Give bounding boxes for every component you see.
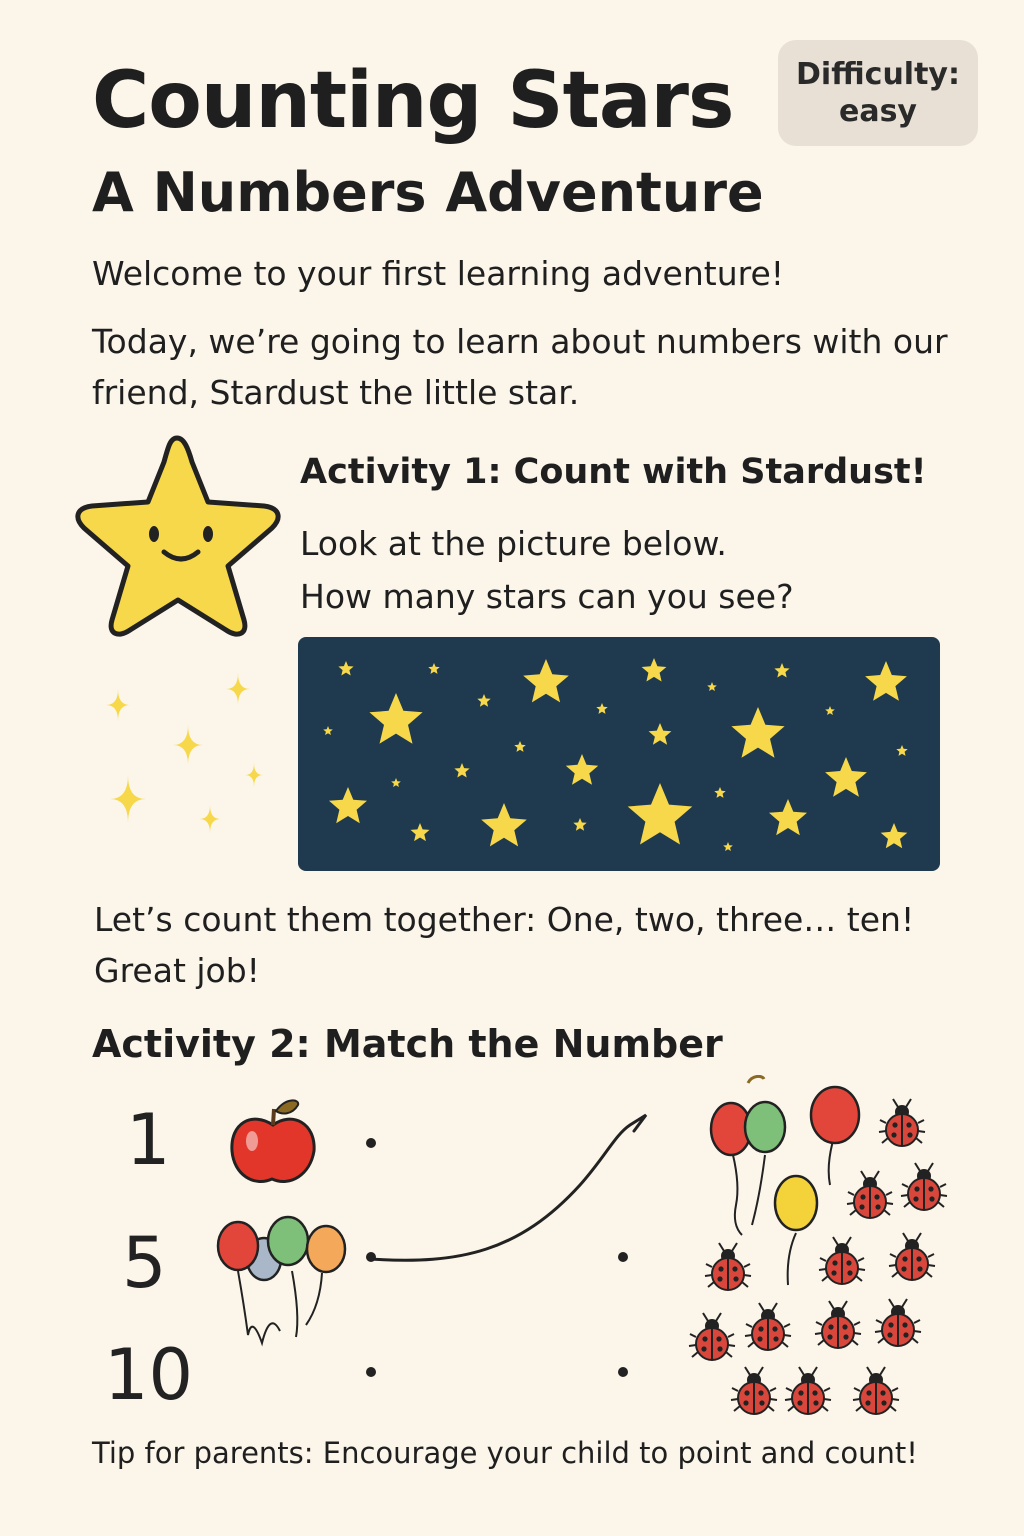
apple-icon: [230, 1099, 316, 1183]
sky-star: [428, 663, 440, 674]
sky-star: [731, 707, 785, 758]
sky-star: [523, 659, 569, 703]
sky-star: [896, 745, 908, 756]
sky-star: [596, 703, 608, 714]
intro-text: Today, we’re going to learn about number…: [92, 322, 948, 413]
activity-1-line-2: How many stars can you see?: [300, 576, 794, 616]
ladybug: [852, 1366, 900, 1415]
ladybug: [744, 1302, 792, 1351]
sky-star: [391, 778, 401, 787]
sky-star: [774, 663, 790, 678]
match-line: [369, 1113, 648, 1262]
stardust-star-icon: [75, 435, 281, 637]
sky-star: [825, 706, 835, 715]
number-5: 5: [122, 1222, 167, 1304]
ladybug: [818, 1236, 866, 1285]
sky-star: [481, 803, 527, 847]
sky-star: [825, 757, 867, 797]
sky-star: [573, 818, 587, 831]
sparkle: [199, 805, 221, 833]
sparkle: [106, 689, 130, 721]
sky-star: [723, 842, 733, 851]
sky-star: [323, 726, 333, 735]
sky-star: [648, 723, 672, 745]
difficulty-badge: Difficulty: easy: [778, 40, 978, 146]
difficulty-label: Difficulty:: [796, 56, 960, 92]
sky-star: [865, 661, 907, 701]
ladybug: [688, 1312, 736, 1361]
sky-star: [329, 787, 367, 824]
sparkle: [173, 725, 203, 765]
sky-star: [707, 682, 717, 691]
night-sky-picture: [298, 637, 940, 871]
sparkles-icon: [106, 673, 263, 833]
ladybug: [888, 1232, 936, 1281]
ladybug: [878, 1098, 926, 1147]
page-subtitle: A Numbers Adventure: [92, 161, 764, 224]
count-together-text: Let’s count them together: One, two, thr…: [94, 900, 915, 991]
activity-2-title: Activity 2: Match the Number: [92, 1022, 723, 1066]
difficulty-value: easy: [838, 94, 917, 129]
ladybug: [846, 1170, 894, 1219]
ladybug: [730, 1366, 778, 1415]
ladybug: [874, 1298, 922, 1347]
sky-star: [641, 658, 667, 682]
ladybug: [784, 1366, 832, 1415]
sparkle: [245, 763, 263, 787]
sky-star: [514, 741, 526, 752]
sky-star: [880, 823, 908, 849]
sparkle: [226, 673, 250, 705]
activity-1-line-1: Look at the picture below.: [300, 524, 727, 563]
sky-star: [369, 693, 423, 744]
sky-star: [627, 783, 693, 845]
balloons-icon: [216, 1215, 347, 1347]
ladybug: [814, 1300, 862, 1349]
ladybug: [704, 1242, 752, 1291]
sparkle: [110, 775, 146, 823]
activity-1-instructions: Look at the picture below. How many star…: [300, 518, 794, 624]
welcome-text: Welcome to your first learning adventure…: [92, 254, 784, 293]
sky-star: [410, 823, 430, 842]
sky-star: [769, 799, 807, 836]
sky-star: [338, 661, 354, 676]
sky-star: [565, 754, 599, 785]
number-10: 10: [104, 1334, 194, 1416]
number-1: 1: [126, 1099, 171, 1181]
sky-star: [714, 787, 726, 798]
ladybug: [900, 1162, 948, 1211]
parent-tip: Tip for parents: Encourage your child to…: [92, 1436, 918, 1470]
page-title: Counting Stars: [92, 56, 734, 146]
activity-1-title: Activity 1: Count with Stardust!: [300, 452, 927, 492]
sky-star: [454, 763, 470, 778]
sky-star: [477, 694, 491, 707]
